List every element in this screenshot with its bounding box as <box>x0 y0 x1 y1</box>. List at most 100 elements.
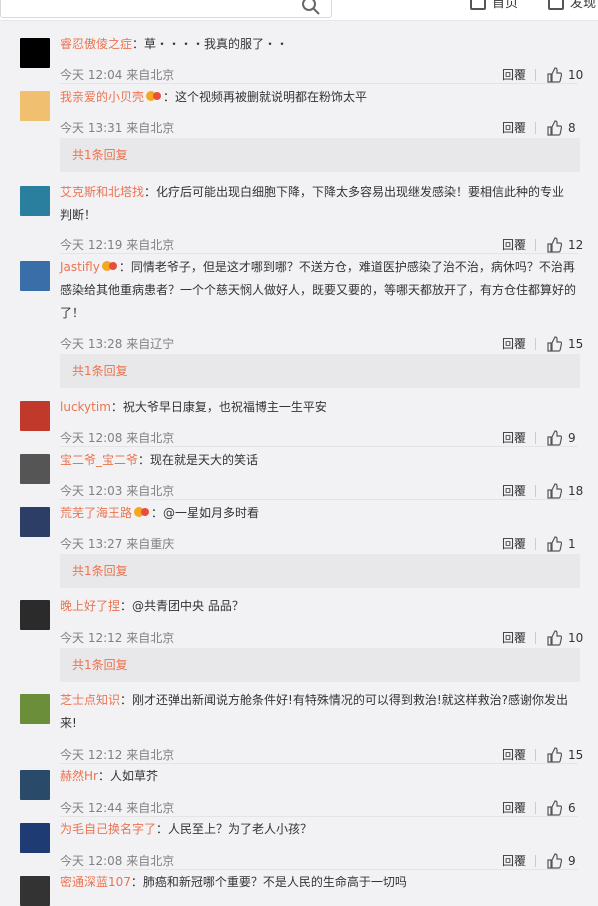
reply-button[interactable]: 回覆 <box>502 67 526 83</box>
like-button[interactable]: 15 <box>546 336 583 352</box>
like-button[interactable]: 8 <box>546 120 576 136</box>
action-divider <box>535 69 536 81</box>
search-icon[interactable] <box>300 0 322 17</box>
nav-discover[interactable]: 发现 <box>548 0 596 11</box>
avatar[interactable] <box>20 876 50 906</box>
like-count: 9 <box>568 431 576 445</box>
reply-button[interactable]: 回覆 <box>502 483 526 499</box>
comment-username[interactable]: 我亲爱的小贝壳 <box>60 90 144 104</box>
like-count: 9 <box>568 854 576 868</box>
action-divider <box>535 538 536 550</box>
comment-divider <box>60 869 578 870</box>
like-button[interactable]: 10 <box>546 67 583 83</box>
action-divider <box>535 239 536 251</box>
like-count: 15 <box>568 337 584 351</box>
comment-text: ：同情老爷子，但是这才哪到哪？不送方仓，难道医护感染了治不治，病休吗？不治再感染… <box>60 260 577 320</box>
thumbs-up-icon <box>546 237 562 253</box>
more-replies-label: 共1条回复 <box>72 148 128 162</box>
like-button[interactable]: 10 <box>546 630 583 646</box>
vip-badge-icon <box>146 87 162 101</box>
comment-username[interactable]: 晚上好了捏 <box>60 599 120 613</box>
like-count: 18 <box>568 484 584 498</box>
avatar[interactable] <box>20 694 50 724</box>
reply-button[interactable]: 回覆 <box>502 336 526 352</box>
comment-body: Jastifly ：同情老爷子，但是这才哪到哪？不送方仓，难道医护感染了治不治，病… <box>60 256 576 325</box>
thumbs-up-icon <box>546 800 562 816</box>
thumbs-up-icon <box>546 630 562 646</box>
thumbs-up-icon <box>546 67 562 83</box>
thumbs-up-icon <box>546 536 562 552</box>
avatar[interactable] <box>20 507 50 537</box>
like-button[interactable]: 9 <box>546 853 576 869</box>
avatar[interactable] <box>20 186 50 216</box>
reply-button[interactable]: 回覆 <box>502 430 526 446</box>
reply-button[interactable]: 回覆 <box>502 237 526 253</box>
reply-button[interactable]: 回覆 <box>502 853 526 869</box>
comment-username[interactable]: 为毛自己换名字了 <box>60 822 156 836</box>
comment-username[interactable]: 赫然Hr <box>60 769 98 783</box>
more-replies-label: 共1条回复 <box>72 364 128 378</box>
avatar[interactable] <box>20 401 50 431</box>
comment-meta: 今天 12:12 来自北京 <box>60 748 175 762</box>
like-button[interactable]: 15 <box>546 747 583 763</box>
comment-body: 为毛自己换名字了：人民至上？为了老人小孩？ <box>60 818 576 841</box>
action-divider <box>535 802 536 814</box>
reply-button[interactable]: 回覆 <box>502 630 526 646</box>
like-button[interactable]: 9 <box>546 430 576 446</box>
comment-body: 艾克斯和北塔找：化疗后可能出现白细胞下降，下降太多容易出现继发感染！要相信此种的… <box>60 181 576 227</box>
comment-divider <box>60 499 578 500</box>
more-replies-link[interactable]: 共1条回复 <box>60 354 580 388</box>
reply-button[interactable]: 回覆 <box>502 800 526 816</box>
comment-body: 我亲爱的小贝壳 ：这个视频再被删就说明都在粉饰太平 <box>60 86 576 109</box>
comment-body: 晚上好了捏：@共青团中央 品品？ <box>60 595 576 618</box>
comment-username[interactable]: Jastifly <box>60 260 100 274</box>
comment-text: ：人如草芥 <box>97 769 158 783</box>
avatar[interactable] <box>20 823 50 853</box>
comment-username[interactable]: 密通深蓝107 <box>60 875 131 889</box>
more-replies-link[interactable]: 共1条回复 <box>60 138 580 172</box>
thumbs-up-icon <box>546 336 562 352</box>
more-replies-label: 共1条回复 <box>72 658 128 672</box>
more-replies-link[interactable]: 共1条回复 <box>60 554 580 588</box>
comment-body: luckytim：祝大爷早日康复，也祝福博主一生平安 <box>60 396 576 419</box>
avatar[interactable] <box>20 600 50 630</box>
search-input[interactable] <box>0 0 332 18</box>
comment-divider <box>60 446 578 447</box>
comment-username[interactable]: luckytim <box>60 400 111 414</box>
avatar[interactable] <box>20 454 50 484</box>
reply-button[interactable]: 回覆 <box>502 747 526 763</box>
comment-username[interactable]: 宝二爷_宝二爷 <box>60 453 138 467</box>
comment-username[interactable]: 睿忍傲倰之症 <box>60 37 132 51</box>
avatar[interactable] <box>20 261 50 291</box>
comment-username[interactable]: 荒芜了海王路 <box>60 506 132 520</box>
comment-text: ：@共青团中央 品品？ <box>120 599 244 613</box>
comment-text: ：现在就是天大的笑话 <box>138 453 259 467</box>
comment-meta: 今天 12:03 来自北京 <box>60 484 175 498</box>
home-icon <box>470 0 486 10</box>
thumbs-up-icon <box>546 120 562 136</box>
reply-button[interactable]: 回覆 <box>502 120 526 136</box>
avatar[interactable] <box>20 770 50 800</box>
more-replies-link[interactable]: 共1条回复 <box>60 648 580 682</box>
like-button[interactable]: 12 <box>546 237 583 253</box>
like-button[interactable]: 1 <box>546 536 576 552</box>
comment-username[interactable]: 艾克斯和北塔找 <box>60 185 144 199</box>
thumbs-up-icon <box>546 853 562 869</box>
comment-text: ：人民至上？为了老人小孩？ <box>156 822 313 836</box>
reply-button[interactable]: 回覆 <box>502 536 526 552</box>
comment-meta: 今天 12:08 来自北京 <box>60 854 175 868</box>
action-divider <box>535 485 536 497</box>
like-button[interactable]: 18 <box>546 483 583 499</box>
comment-username[interactable]: 芝士点知识 <box>60 693 120 707</box>
comment-meta: 今天 12:44 来自北京 <box>60 801 175 815</box>
thumbs-up-icon <box>546 430 562 446</box>
avatar[interactable] <box>20 91 50 121</box>
nav-home[interactable]: 首页 <box>470 0 518 11</box>
avatar[interactable] <box>20 38 50 68</box>
like-count: 12 <box>568 238 584 252</box>
like-button[interactable]: 6 <box>546 800 576 816</box>
more-replies-label: 共1条回复 <box>72 564 128 578</box>
comment-text: ：肺癌和新冠哪个重要？不是人民的生命高于一切吗 <box>130 875 407 889</box>
comment-meta: 今天 13:28 来自辽宁 <box>60 337 175 351</box>
comment-body: 荒芜了海王路 ：@一星如月多时看 <box>60 502 576 525</box>
